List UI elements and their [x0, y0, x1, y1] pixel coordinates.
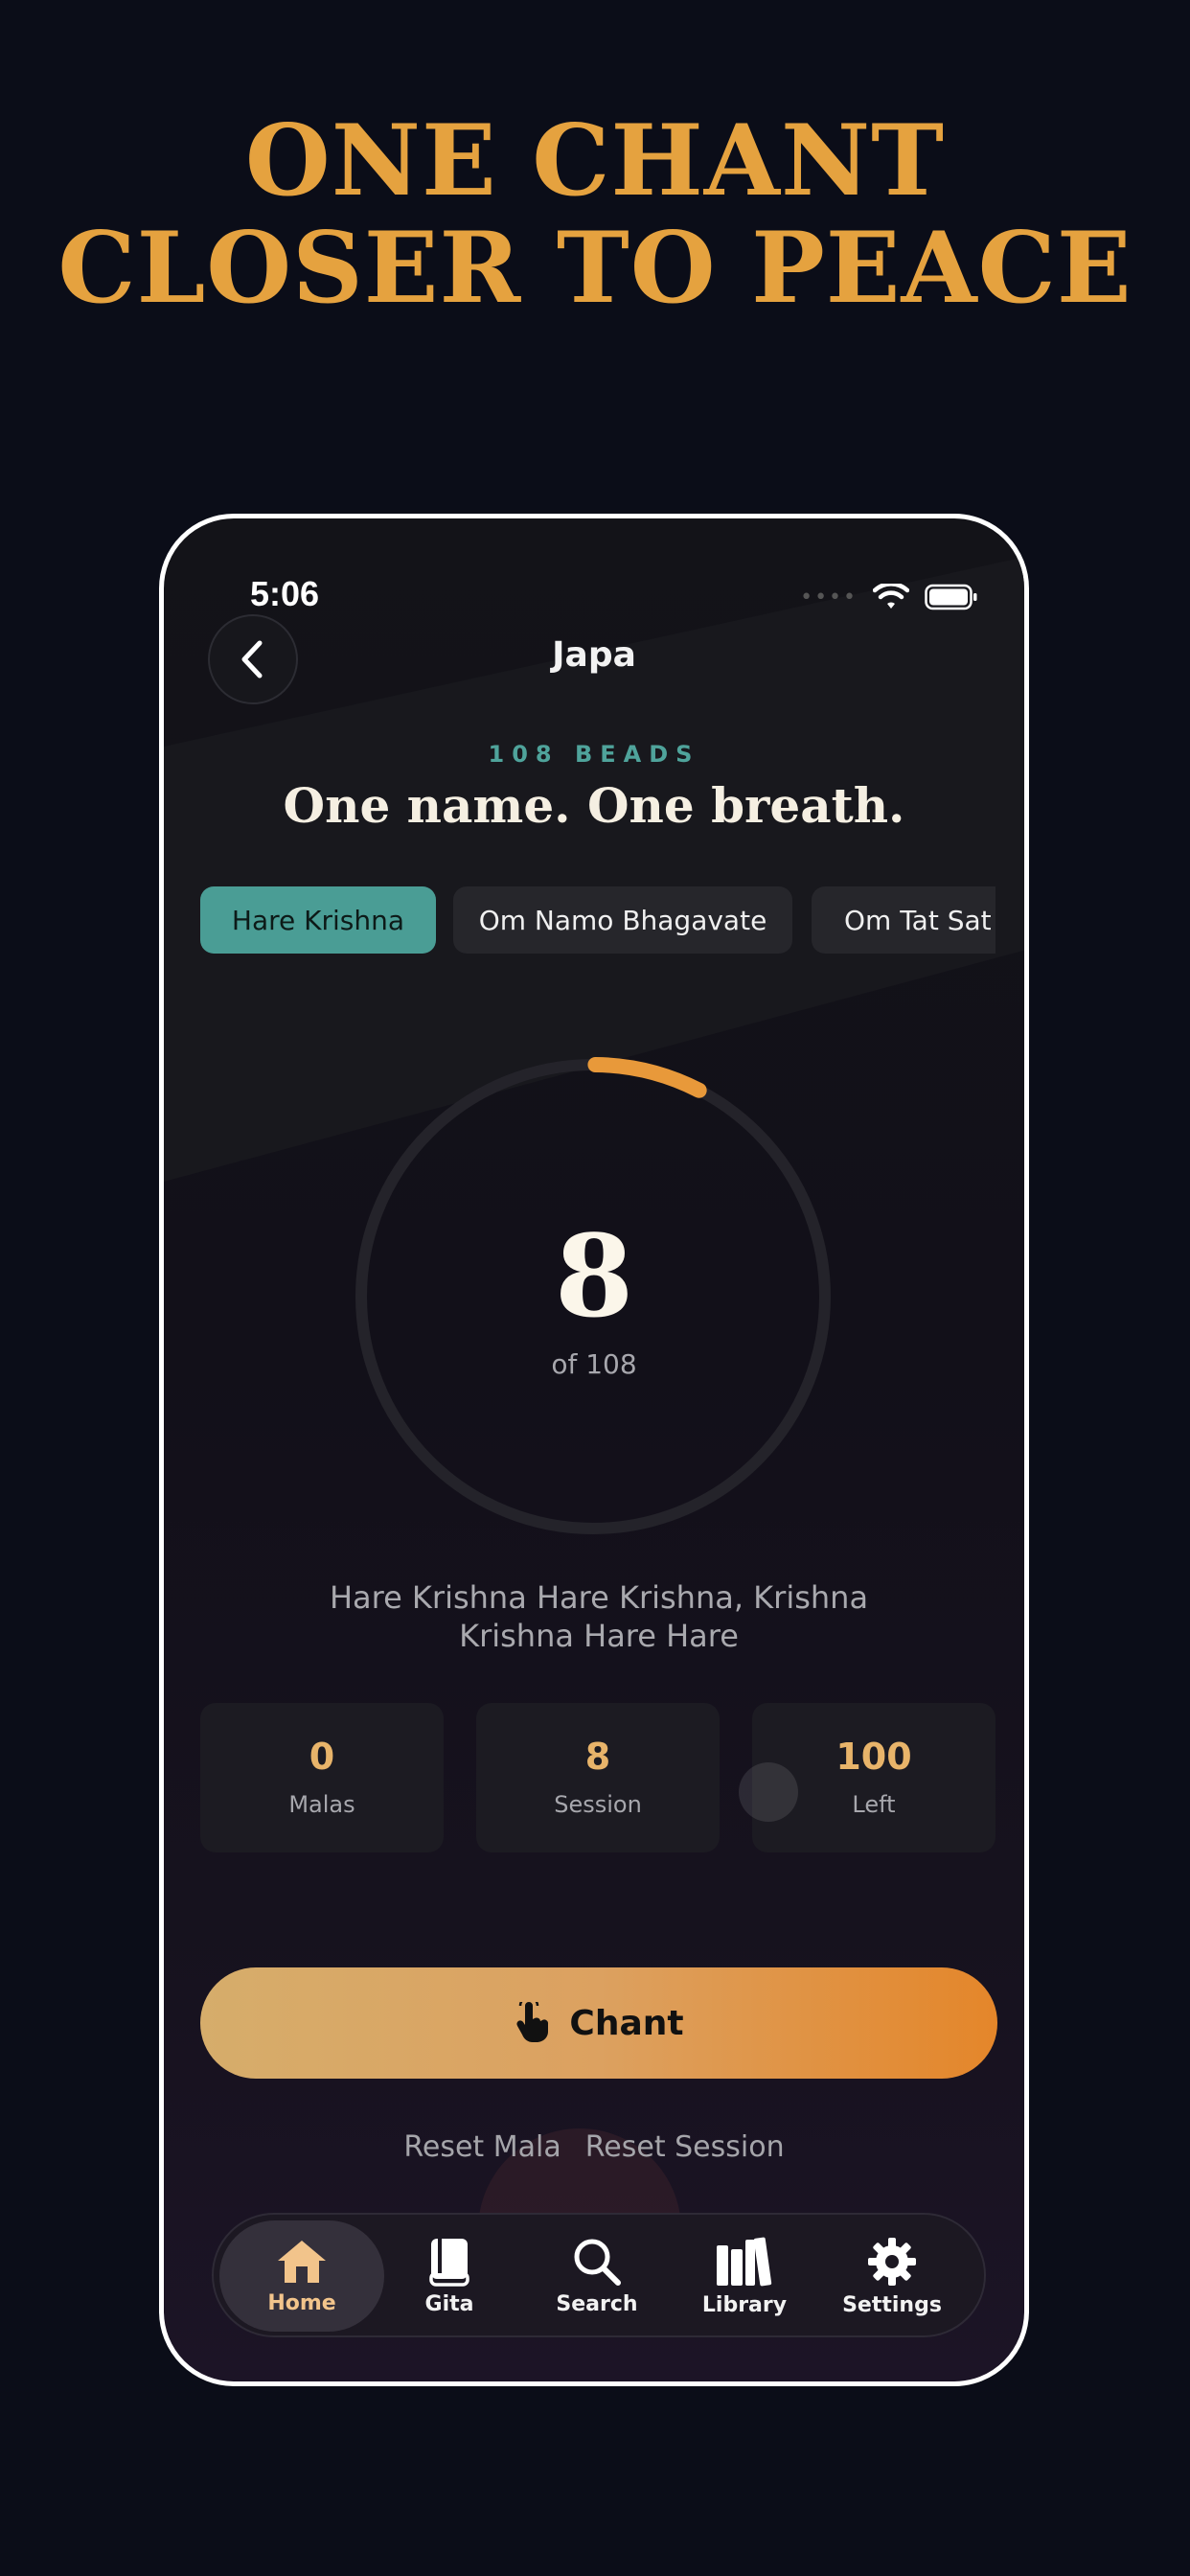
phone-frame: 5:06 •••• Japa 108 BEADS One name. One b… [159, 514, 1029, 2386]
cellular-icon: •••• [800, 585, 858, 610]
headline-line-1: ONE CHANT [244, 104, 946, 218]
tab-gita-label: Gita [424, 2291, 474, 2316]
marketing-headline: ONE CHANT CLOSER TO PEACE [0, 107, 1190, 322]
mantra-chip-row: Hare Krishna Om Namo Bhagavate Om Tat Sa… [200, 886, 995, 954]
search-icon [574, 2239, 621, 2286]
gear-icon [868, 2237, 916, 2286]
mantra-text: Hare Krishna Hare Krishna, Krishna Krish… [329, 1579, 869, 1654]
tab-settings[interactable]: Settings [810, 2220, 974, 2332]
chip-hare-krishna[interactable]: Hare Krishna [200, 886, 436, 954]
tab-library[interactable]: Library [662, 2220, 827, 2332]
tab-gita[interactable]: Gita [367, 2220, 532, 2332]
status-icons: •••• [800, 584, 978, 610]
chant-label: Chant [569, 2003, 684, 2043]
library-icon [717, 2237, 772, 2286]
stats-row: 0 Malas 8 Session 100 Left [200, 1703, 995, 1852]
status-bar: 5:06 •••• [164, 545, 1024, 613]
reset-session-button[interactable]: Reset Session [585, 2130, 785, 2164]
tab-search-label: Search [556, 2291, 638, 2316]
tab-bar: Home Gita Search Library Settings [212, 2213, 986, 2337]
stat-malas-label: Malas [288, 1791, 355, 1818]
bead-count: 8 [554, 1209, 634, 1343]
progress-arc [587, 1057, 707, 1098]
touch-indicator [739, 1762, 798, 1822]
tab-settings-label: Settings [842, 2292, 942, 2317]
tap-hand-icon [516, 2002, 549, 2042]
tab-search[interactable]: Search [515, 2220, 679, 2332]
home-icon [278, 2240, 326, 2283]
headline-line-2: CLOSER TO PEACE [57, 211, 1133, 326]
hero-subtitle: One name. One breath. [283, 777, 905, 834]
tab-home[interactable]: Home [219, 2220, 384, 2332]
reset-mala-button[interactable]: Reset Mala [403, 2130, 561, 2164]
chip-om-namo-bhagavate[interactable]: Om Namo Bhagavate [453, 886, 792, 954]
stat-malas: 0 Malas [200, 1703, 444, 1852]
stat-session: 8 Session [476, 1703, 720, 1852]
tab-library-label: Library [701, 2292, 788, 2317]
stat-session-label: Session [554, 1791, 642, 1818]
beads-eyebrow: 108 BEADS [488, 741, 700, 768]
stat-session-value: 8 [584, 1736, 611, 1778]
chant-button[interactable]: Chant [200, 1967, 997, 2079]
chip-om-tat-sat[interactable]: Om Tat Sat [812, 886, 995, 954]
tab-home-label: Home [267, 2290, 336, 2315]
bead-total: of 108 [551, 1348, 637, 1380]
book-icon [429, 2238, 469, 2287]
stat-malas-value: 0 [309, 1736, 335, 1778]
page-title: Japa [552, 635, 636, 675]
status-time: 5:06 [250, 574, 320, 613]
reset-links: Reset Mala Reset Session [164, 2130, 1024, 2164]
wifi-icon [873, 584, 909, 609]
battery-icon [925, 584, 977, 610]
